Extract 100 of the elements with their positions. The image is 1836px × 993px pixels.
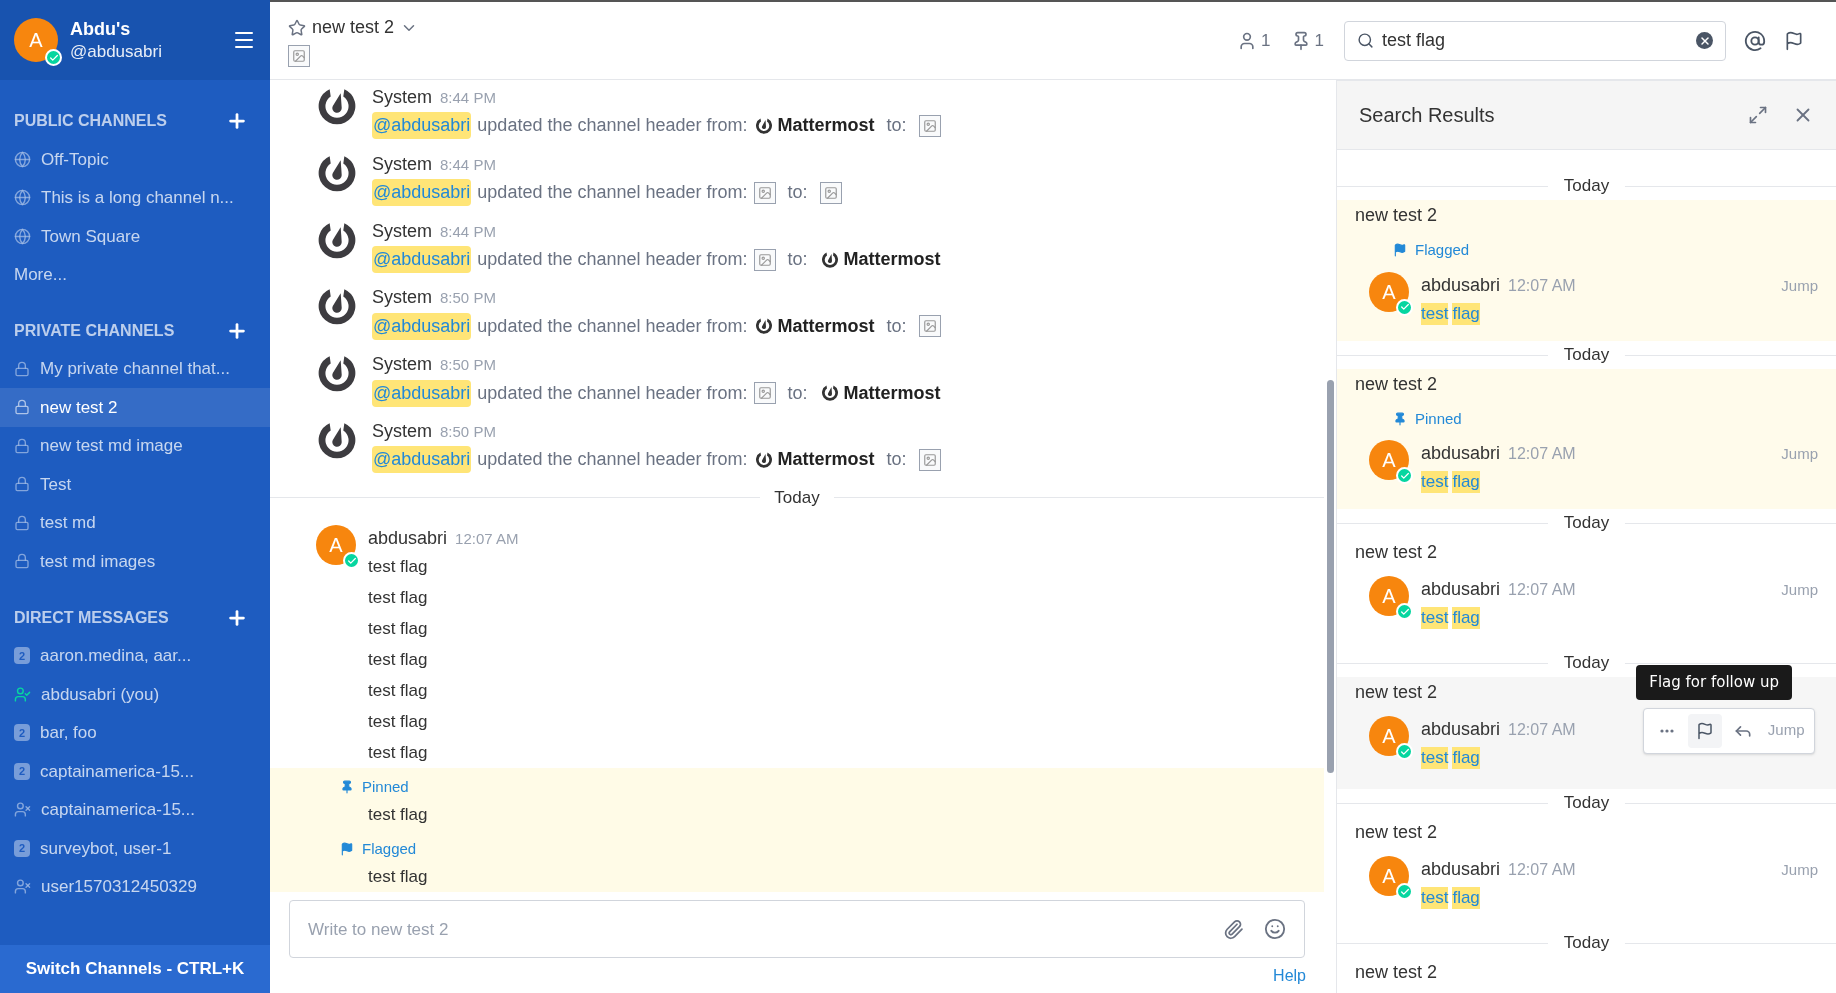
channel-item[interactable]: user1570312450329 <box>0 867 270 906</box>
post-time: 12:07 AM <box>1508 720 1576 740</box>
attachment-icon[interactable] <box>1223 918 1244 940</box>
channel-item[interactable]: Town Square <box>0 217 270 256</box>
message-text: test flag <box>368 587 429 610</box>
message-input[interactable]: Write to new test 2 <box>289 900 1305 959</box>
post-label: Pinned <box>362 776 409 797</box>
message-text: test flag <box>368 680 429 703</box>
post-time: 12:07 AM <box>1508 444 1576 464</box>
offline-user-icon <box>14 801 31 819</box>
author-name[interactable]: System <box>372 152 432 176</box>
more-link[interactable]: More... <box>0 255 270 294</box>
jump-link[interactable]: Jump <box>1781 443 1818 466</box>
message-text: test flag <box>368 866 429 889</box>
channel-item[interactable]: 2 captainamerica-15... <box>0 752 270 791</box>
flagged-button[interactable] <box>1784 30 1804 51</box>
logo-text: Mattermost <box>777 448 875 472</box>
channel-item[interactable]: Off-Topic <box>0 140 270 179</box>
highlighted-search-term: flag <box>1452 302 1480 325</box>
search-result[interactable]: new test 2 Pinned A abdusabri 12:07 AM Jump test flag <box>1337 368 1836 509</box>
channel-item[interactable]: My private channel that... <box>0 349 270 388</box>
message-text: test flag <box>368 711 429 734</box>
lock-icon <box>14 476 30 493</box>
jump-link[interactable]: Jump <box>1763 719 1809 742</box>
post-time: 8:50 PM <box>440 356 496 375</box>
logo-text: Mattermost <box>843 248 941 271</box>
highlighted-search-term: flag <box>1452 607 1480 629</box>
lock-icon <box>14 360 30 377</box>
highlighted-search-term: flag <box>1452 471 1480 493</box>
favorite-star-icon[interactable] <box>288 18 306 37</box>
team-name: Abdu's <box>70 18 132 41</box>
search-result[interactable]: new test 2 Flagged A abdusabri 12:07 AM Jump test flag <box>1337 200 1836 341</box>
author-name[interactable]: abdusabri <box>368 525 448 553</box>
jump-link[interactable]: Jump <box>1781 579 1818 602</box>
image-icon <box>918 315 941 338</box>
help-link[interactable]: Help <box>1273 963 1306 988</box>
members-button[interactable]: 1 <box>1237 27 1271 54</box>
scrollbar[interactable] <box>1326 380 1334 773</box>
flag-button[interactable] <box>1687 713 1722 748</box>
flag-icon <box>1695 721 1714 740</box>
author-name[interactable]: System <box>372 85 432 109</box>
author-name[interactable]: abdusabri <box>1421 440 1501 467</box>
mention-link[interactable]: @abdusabri <box>372 312 472 340</box>
search-field[interactable]: test flag <box>1344 20 1726 61</box>
author-name[interactable]: abdusabri <box>1421 716 1501 743</box>
post-time: 8:44 PM <box>440 155 496 175</box>
channel-item[interactable]: 2 surveybot, user-1 <box>0 829 270 868</box>
message-text: to: <box>886 114 907 138</box>
message-text: updated the channel header from: <box>477 381 748 405</box>
logo-icon <box>819 383 840 404</box>
author-name[interactable]: abdusabri <box>1421 576 1501 603</box>
channel-item[interactable]: new test 2 <box>0 388 270 427</box>
channel-item[interactable]: test md <box>0 503 270 542</box>
author-name[interactable]: System <box>372 353 432 376</box>
channel-item[interactable]: This is a long channel n... <box>0 178 270 217</box>
author-name[interactable]: abdusabri <box>1421 271 1501 299</box>
mention-link[interactable]: @abdusabri <box>372 112 472 140</box>
channel-item[interactable]: captainamerica-15... <box>0 790 270 829</box>
author-name[interactable]: System <box>372 286 432 309</box>
jump-link[interactable]: Jump <box>1781 859 1818 882</box>
channel-item[interactable]: 2 aaron.medina, aar... <box>0 636 270 675</box>
author-name[interactable]: abdusabri <box>1421 856 1501 883</box>
mention-link[interactable]: @abdusabri <box>372 446 472 474</box>
post-label: Pinned <box>1415 408 1462 429</box>
pinned-button[interactable]: 1 <box>1290 27 1324 54</box>
flag-icon <box>340 841 354 856</box>
author-name[interactable]: System <box>372 419 432 443</box>
image-icon <box>819 181 842 204</box>
online-user-icon <box>14 685 31 703</box>
online-status-icon <box>1396 467 1413 484</box>
post-time: 12:07 AM <box>1508 275 1576 296</box>
channel-name: new test 2 <box>1355 542 1438 562</box>
author-name[interactable]: System <box>372 219 432 242</box>
channel-item[interactable]: new test md image <box>0 426 270 465</box>
channel-item[interactable]: Test <box>0 465 270 504</box>
expand-button[interactable] <box>1748 105 1768 125</box>
channel-item[interactable]: 2 bar, foo <box>0 713 270 752</box>
mentions-button[interactable] <box>1744 29 1766 52</box>
image-icon <box>918 114 941 137</box>
post-time: 8:50 PM <box>440 422 496 442</box>
message-text: to: <box>787 381 808 405</box>
emoji-icon[interactable] <box>1264 918 1286 941</box>
channel-name: new test 2 <box>1355 822 1438 842</box>
pin-icon <box>340 779 354 794</box>
jump-link[interactable]: Jump <box>1781 274 1818 297</box>
switch-channels-button[interactable]: Switch Channels - CTRL+K <box>0 945 270 993</box>
channel-item[interactable]: test md images <box>0 542 270 581</box>
add-channel-button[interactable] <box>226 110 248 132</box>
mention-link[interactable]: @abdusabri <box>372 246 472 273</box>
channel-title[interactable]: new test 2 <box>312 14 395 41</box>
clear-icon[interactable] <box>1696 32 1713 49</box>
lock-icon <box>14 514 30 531</box>
mention-link[interactable]: @abdusabri <box>372 379 472 407</box>
message-text: to: <box>886 448 907 472</box>
channel-item[interactable]: abdusabri (you) <box>0 675 270 714</box>
mention-link[interactable]: @abdusabri <box>372 179 472 207</box>
user-avatar: A <box>1369 271 1409 312</box>
message-text: test flag <box>368 556 429 579</box>
message-text: updated the channel header from: <box>477 448 748 472</box>
message-text: test flag <box>368 649 429 672</box>
